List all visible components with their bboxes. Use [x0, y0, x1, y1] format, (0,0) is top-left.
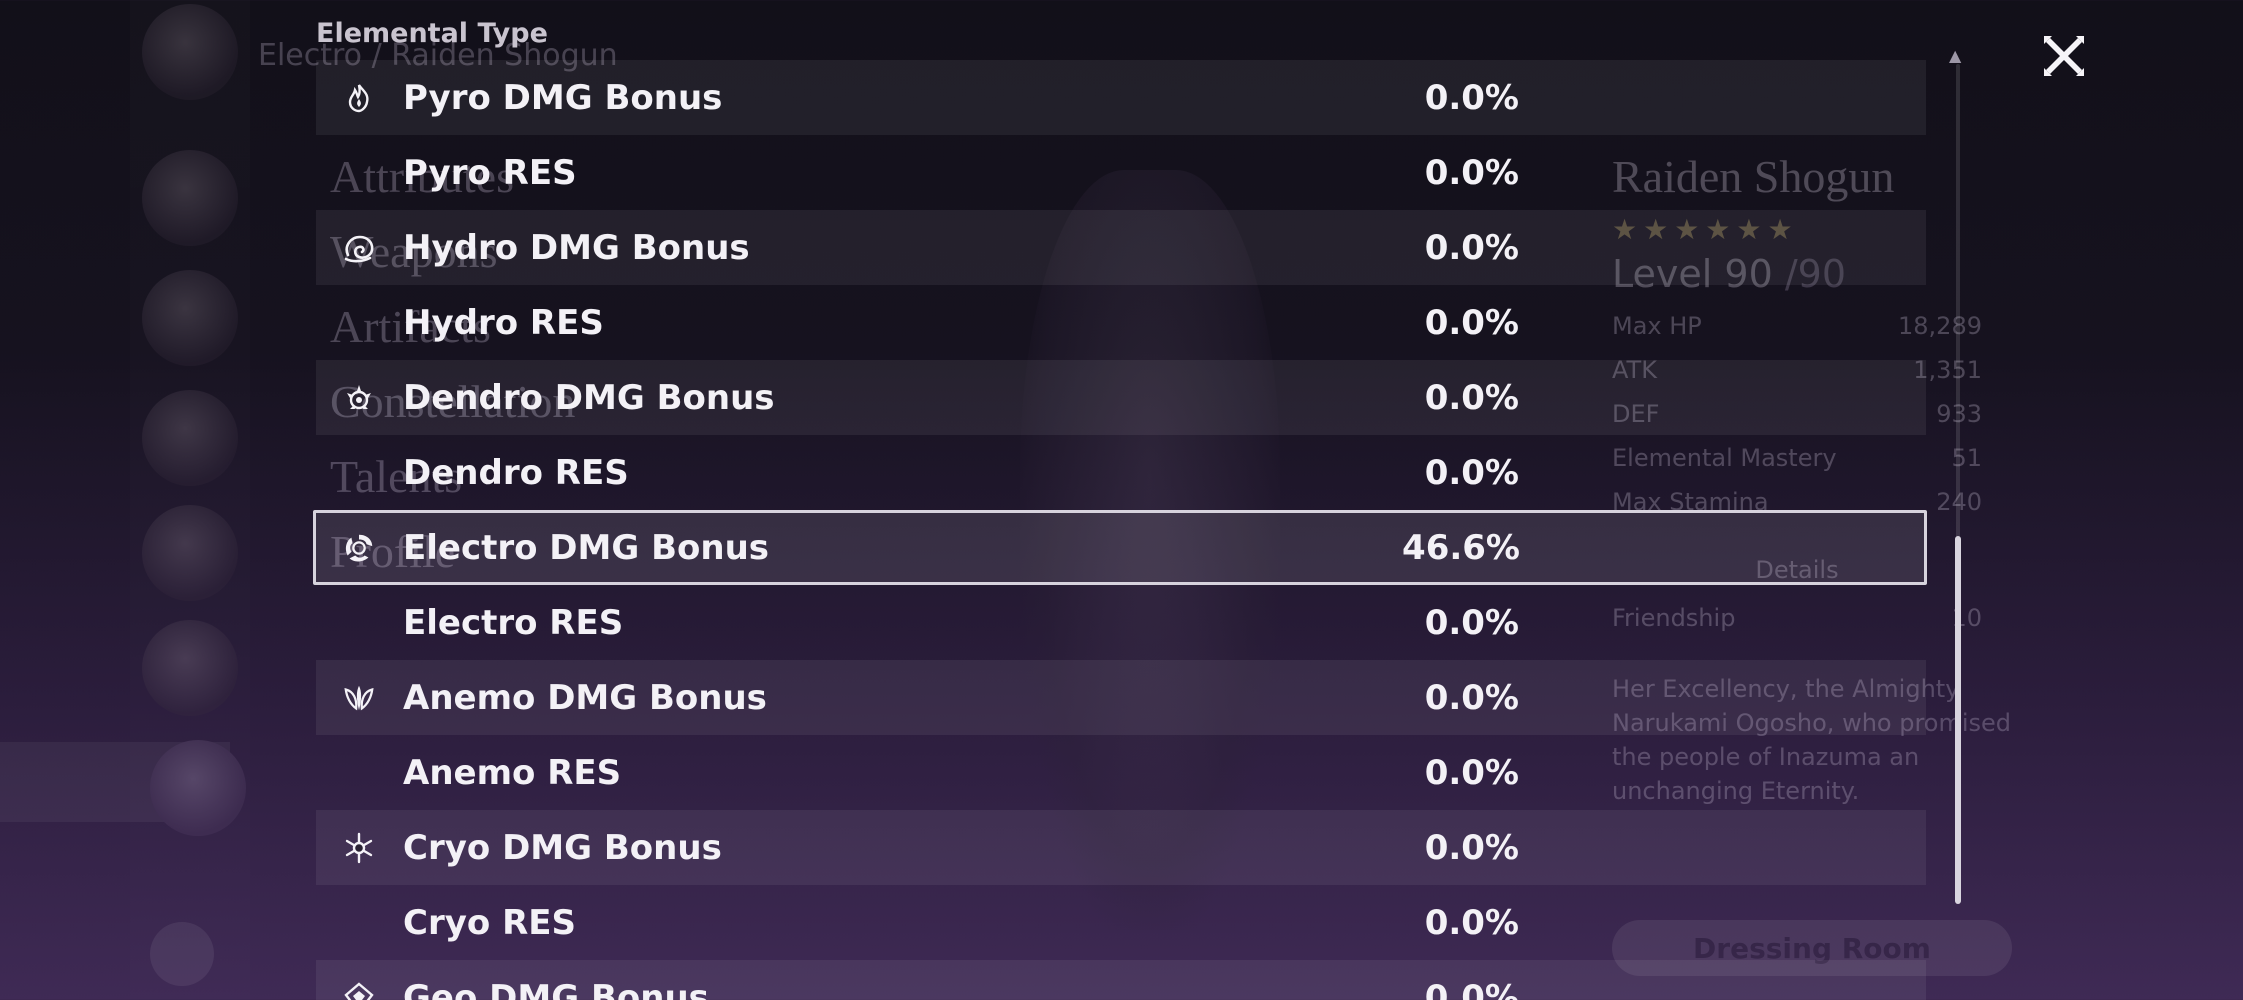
stat-row-cryo-dmg: Cryo DMG Bonus 0.0% — [316, 810, 1926, 885]
stat-row-dendro-res: Dendro RES 0.0% — [316, 435, 1926, 510]
stat-value: 0.0% — [1424, 452, 1519, 493]
stat-value: 0.0% — [1424, 227, 1519, 268]
stat-label: Anemo RES — [403, 752, 622, 793]
stat-row-electro-res: Electro RES 0.0% — [316, 585, 1926, 660]
stat-value: 0.0% — [1424, 152, 1519, 193]
stat-row-electro-dmg-selected[interactable]: Electro DMG Bonus 46.6% — [313, 510, 1927, 585]
close-icon — [2044, 36, 2084, 76]
stat-label: Pyro RES — [403, 152, 577, 193]
stat-value: 0.0% — [1424, 752, 1519, 793]
stat-label: Electro RES — [403, 602, 624, 643]
stat-label: Dendro RES — [403, 452, 629, 493]
character-avatar — [142, 270, 238, 366]
dendro-icon — [342, 381, 376, 415]
character-avatar — [142, 505, 238, 601]
stat-row-dendro-dmg: Dendro DMG Bonus 0.0% — [316, 360, 1926, 435]
cryo-icon — [342, 831, 376, 865]
close-button[interactable] — [2038, 30, 2090, 82]
scroll-up-arrow-icon[interactable]: ▲ — [1949, 46, 1961, 65]
stat-row-cryo-res: Cryo RES 0.0% — [316, 885, 1926, 960]
stat-label: Cryo DMG Bonus — [403, 827, 722, 868]
stat-value: 0.0% — [1424, 902, 1519, 943]
geo-icon — [342, 981, 376, 1000]
character-avatar — [142, 620, 238, 716]
stat-value: 0.0% — [1424, 827, 1519, 868]
electro-icon — [342, 531, 376, 565]
stat-label: Hydro RES — [403, 302, 604, 343]
stat-row-geo-dmg: Geo DMG Bonus 0.0% — [316, 960, 1926, 1000]
scrollbar-thumb[interactable] — [1955, 536, 1961, 904]
stat-row-pyro-res: Pyro RES 0.0% — [316, 135, 1926, 210]
stat-label: Cryo RES — [403, 902, 576, 943]
stat-value: 0.0% — [1424, 77, 1519, 118]
stat-label: Pyro DMG Bonus — [403, 77, 723, 118]
stat-value: 0.0% — [1424, 677, 1519, 718]
stat-label: Dendro DMG Bonus — [403, 377, 775, 418]
section-title: Elemental Type — [316, 18, 548, 49]
stat-label: Anemo DMG Bonus — [403, 677, 767, 718]
elemental-stats-list[interactable]: Pyro DMG Bonus 0.0% Pyro RES 0.0% Hydro … — [313, 60, 1927, 1000]
character-avatar — [142, 390, 238, 486]
stat-row-hydro-dmg: Hydro DMG Bonus 0.0% — [316, 210, 1926, 285]
stat-value: 0.0% — [1424, 602, 1519, 643]
stat-label: Hydro DMG Bonus — [403, 227, 750, 268]
stat-value: 0.0% — [1424, 977, 1519, 1000]
grid-menu-icon — [150, 922, 214, 986]
pyro-icon — [342, 81, 376, 115]
anemo-icon — [342, 681, 376, 715]
stat-row-pyro-dmg: Pyro DMG Bonus 0.0% — [316, 60, 1926, 135]
character-avatar — [142, 4, 238, 100]
stat-value: 0.0% — [1424, 302, 1519, 343]
hydro-icon — [342, 231, 376, 265]
stat-label: Electro DMG Bonus — [403, 527, 770, 568]
stat-value: 46.6% — [1402, 527, 1520, 568]
stat-row-hydro-res: Hydro RES 0.0% — [316, 285, 1926, 360]
character-avatar — [142, 150, 238, 246]
stat-row-anemo-res: Anemo RES 0.0% — [316, 735, 1926, 810]
stat-value: 0.0% — [1424, 377, 1519, 418]
stat-label: Geo DMG Bonus — [403, 977, 709, 1000]
stat-row-anemo-dmg: Anemo DMG Bonus 0.0% — [316, 660, 1926, 735]
character-avatar-active — [150, 740, 246, 836]
